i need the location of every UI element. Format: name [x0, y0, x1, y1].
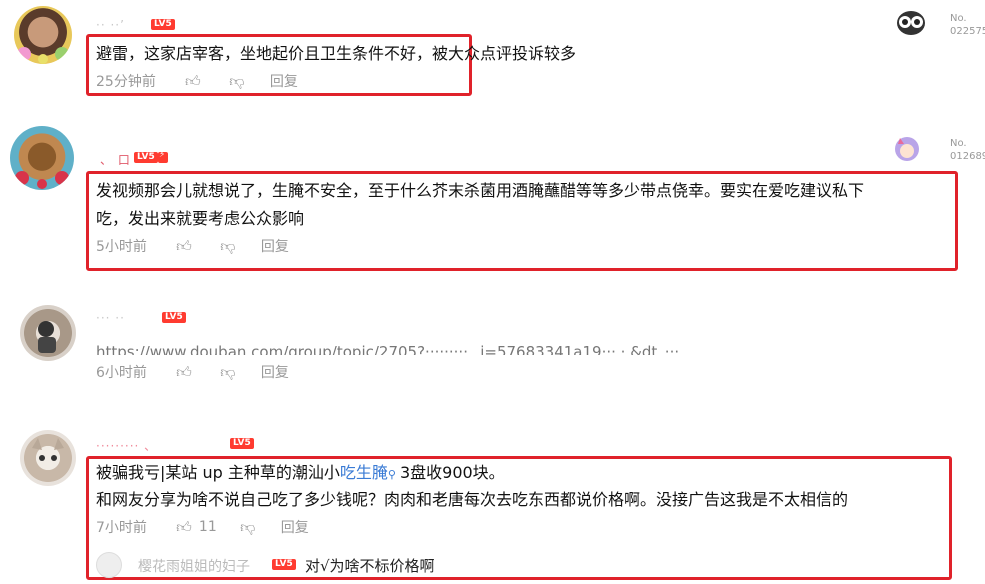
avatar[interactable]	[14, 6, 72, 64]
timestamp: 6小时前	[96, 365, 147, 381]
badge-number: No. 012689	[950, 138, 985, 162]
thumbs-down-icon[interactable]: 👎︎	[217, 237, 239, 256]
timestamp: 5小时前	[96, 239, 147, 255]
comment-link[interactable]: https://www.douban.com/group/topic/2705?…	[96, 339, 796, 355]
timestamp: 7小时前	[96, 520, 147, 536]
avatar[interactable]	[20, 430, 76, 486]
username[interactable]: ·· ··’	[96, 18, 125, 32]
sub-reply-avatar[interactable]	[96, 552, 122, 578]
avatar[interactable]	[10, 126, 74, 190]
avatar-person-icon	[38, 321, 56, 353]
reply-button[interactable]: 回复	[261, 236, 289, 256]
level-badge: LV5	[162, 312, 186, 323]
comment-text-line-1: 发视频那会儿就想说了，生腌不安全，至于什么芥末杀菌用酒腌蘸醋等等多少带点侥幸。要…	[96, 181, 865, 200]
comment-text-line-2: 和网友分享为啥不说自己吃了多少钱呢？肉肉和老唐每次去吃东西都说价格啊。没接广告这…	[96, 490, 849, 509]
badge-number: No. 022575	[950, 13, 985, 37]
comment-meta: 7小时前 👍︎ 11 👎︎ 回复	[96, 517, 309, 537]
thumbs-down-icon[interactable]: 👎︎	[237, 518, 259, 537]
thumbs-up-icon[interactable]: 👍︎	[182, 72, 204, 91]
anime-badge-icon	[895, 137, 919, 161]
comment-1: ·· ··’ LV5 避雷，这家店宰客，坐地起价且卫生条件不好，被大众点评投诉较…	[0, 0, 985, 100]
sub-reply-text: 对√为啥不标价格啊	[305, 557, 435, 575]
thumbs-down-icon[interactable]: 👎︎	[217, 363, 239, 382]
level-badge: LV5	[230, 438, 254, 449]
comment-meta: 25分钟前 👍︎ 👎︎ 回复	[96, 71, 298, 91]
reply-button[interactable]: 回复	[281, 517, 309, 537]
comment-meta: 5小时前 👍︎ 👎︎ 回复	[96, 236, 289, 256]
avatar-rose-icon	[15, 171, 69, 189]
topic-link[interactable]: 吃生腌	[340, 463, 388, 482]
avatar-flower-icon	[17, 47, 69, 64]
reply-button[interactable]: 回复	[270, 71, 298, 91]
comment-text: 避雷，这家店宰客，坐地起价且卫生条件不好，被大众点评投诉较多	[96, 44, 577, 63]
sub-reply-username[interactable]: 樱花雨姐姐的妇子	[138, 556, 250, 576]
level-badge: LV5	[151, 19, 175, 30]
username[interactable]: 、 口	[100, 151, 131, 168]
avatar-cat-icon	[32, 438, 64, 461]
sub-reply-level-badge: LV5	[272, 559, 296, 570]
avatar[interactable]	[20, 305, 76, 361]
timestamp: 25分钟前	[96, 74, 156, 90]
reply-button[interactable]: 回复	[261, 362, 289, 382]
like-count: 11	[198, 519, 217, 535]
lightning-icon	[158, 150, 168, 163]
owl-badge-icon	[897, 11, 925, 35]
thumbs-up-icon[interactable]: 👍︎	[173, 363, 195, 382]
level-badge: LV5	[134, 152, 158, 163]
search-icon: ⚲	[387, 468, 396, 481]
comment-meta: 6小时前 👍︎ 👎︎ 回复	[96, 362, 289, 382]
thumbs-up-icon[interactable]: 👍︎	[173, 237, 195, 256]
username[interactable]: ········· 、	[96, 437, 157, 454]
thumbs-down-icon[interactable]: 👎︎	[226, 72, 248, 91]
comment-text-line-2: 吃，发出来就要考虑公众影响	[96, 209, 305, 228]
comment-text-line-1: 被骗我亏|某站 up 主种草的潮汕小吃生腌⚲ 3盘收900块。	[96, 463, 505, 482]
thumbs-up-icon[interactable]: 👍︎	[173, 518, 195, 537]
username[interactable]: ··· ··	[96, 311, 125, 325]
